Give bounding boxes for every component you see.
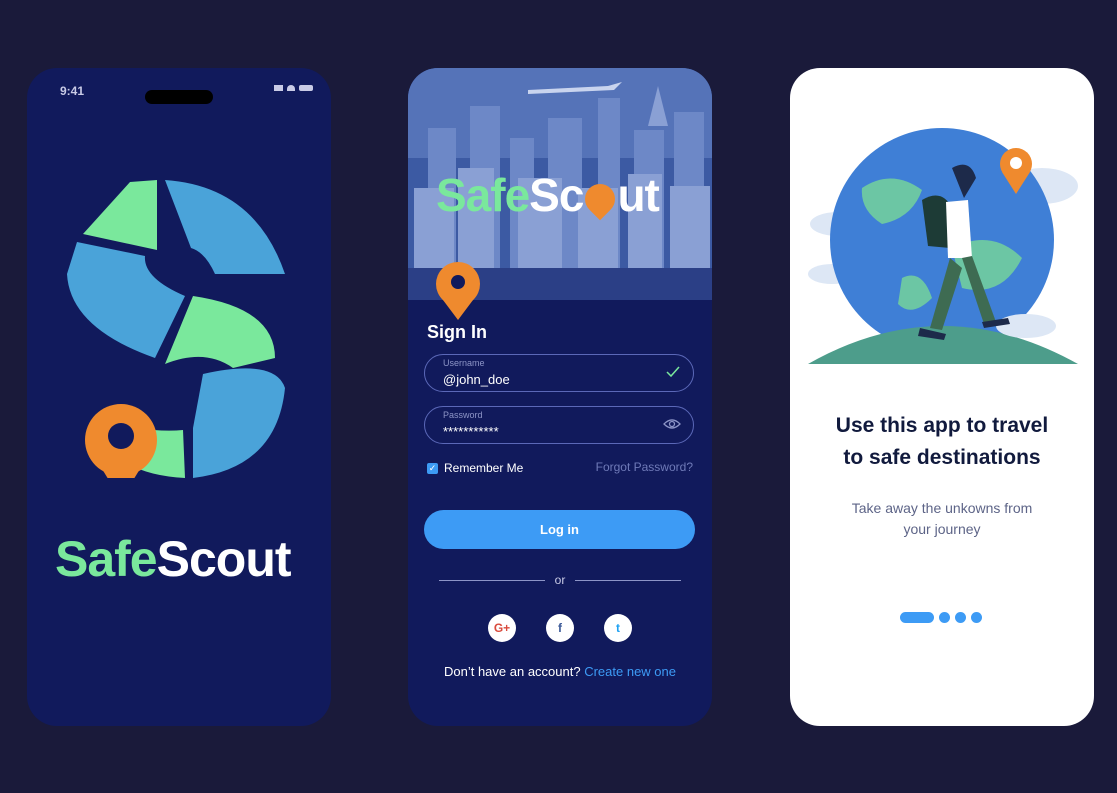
or-divider: or <box>439 573 682 587</box>
subtitle-line-2: your journey <box>903 521 981 537</box>
onboarding-screen: Use this app to travel to safe destinati… <box>790 68 1094 726</box>
username-value[interactable]: @john_doe <box>443 372 510 387</box>
signin-screen: SafeSc ut Sign In Username @john_doe Pass… <box>408 68 712 726</box>
safescout-logo-icon <box>67 180 285 478</box>
eye-icon[interactable] <box>663 416 681 432</box>
login-button[interactable]: Log in <box>424 510 695 549</box>
page-dot-4[interactable] <box>971 612 982 623</box>
brand-wordmark: SafeScout <box>55 530 292 588</box>
create-account-link[interactable]: Create new one <box>584 664 676 679</box>
brand-scout-suffix: ut <box>617 169 659 221</box>
wifi-icon <box>287 85 295 91</box>
divider-line <box>575 579 682 581</box>
signal-icon <box>274 85 283 91</box>
location-pin-icon <box>436 262 480 320</box>
brand-wordmark: SafeSc ut <box>436 168 660 222</box>
title-line-2: to safe destinations <box>843 446 1041 469</box>
brand-o-pin-icon <box>579 177 622 221</box>
onboarding-title: Use this app to travel to safe destinati… <box>790 410 1094 474</box>
brand-safe: Safe <box>55 531 158 587</box>
divider-label: or <box>554 573 566 587</box>
facebook-icon[interactable]: f <box>546 614 574 642</box>
battery-icon <box>299 85 313 91</box>
page-indicator <box>900 612 982 623</box>
checkmark-icon <box>666 366 680 378</box>
username-label: Username <box>443 358 485 368</box>
page-title: Sign In <box>427 322 487 342</box>
divider-line <box>439 579 545 581</box>
page-dot-2[interactable] <box>939 612 950 623</box>
brand-safe: Safe <box>436 169 530 221</box>
password-field[interactable]: Password *********** <box>424 406 694 444</box>
brand-scout-prefix: Sc <box>529 169 584 221</box>
signup-prefix: Don’t have an account? <box>443 664 581 679</box>
status-icons <box>274 85 313 91</box>
forgot-password-link[interactable]: Forgot Password? <box>596 460 693 474</box>
page-dot-1[interactable] <box>900 612 934 623</box>
status-time: 9:41 <box>60 84 85 98</box>
onboarding-subtitle: Take away the unkowns from your journey <box>830 498 1054 540</box>
signup-prompt: Don’t have an account? Create new one <box>408 664 712 679</box>
remember-checkbox[interactable]: ✓ <box>427 462 438 474</box>
password-label: Password <box>443 410 483 420</box>
page-dot-3[interactable] <box>955 612 966 623</box>
brand-scout: Scout <box>156 531 292 587</box>
remember-label: Remember Me <box>444 461 524 475</box>
google-plus-icon[interactable]: G+ <box>488 614 516 642</box>
remember-me[interactable]: ✓ Remember Me <box>427 461 523 475</box>
dynamic-island <box>145 90 213 104</box>
splash-screen: 9:41 SafeScout <box>27 68 331 726</box>
twitter-icon[interactable]: t <box>604 614 632 642</box>
globe-traveler-illustration <box>808 128 1078 364</box>
username-field[interactable]: Username @john_doe <box>424 354 694 392</box>
title-line-1: Use this app to travel <box>835 414 1049 437</box>
subtitle-line-1: Take away the unkowns from <box>851 500 1033 516</box>
password-value[interactable]: *********** <box>443 424 499 439</box>
